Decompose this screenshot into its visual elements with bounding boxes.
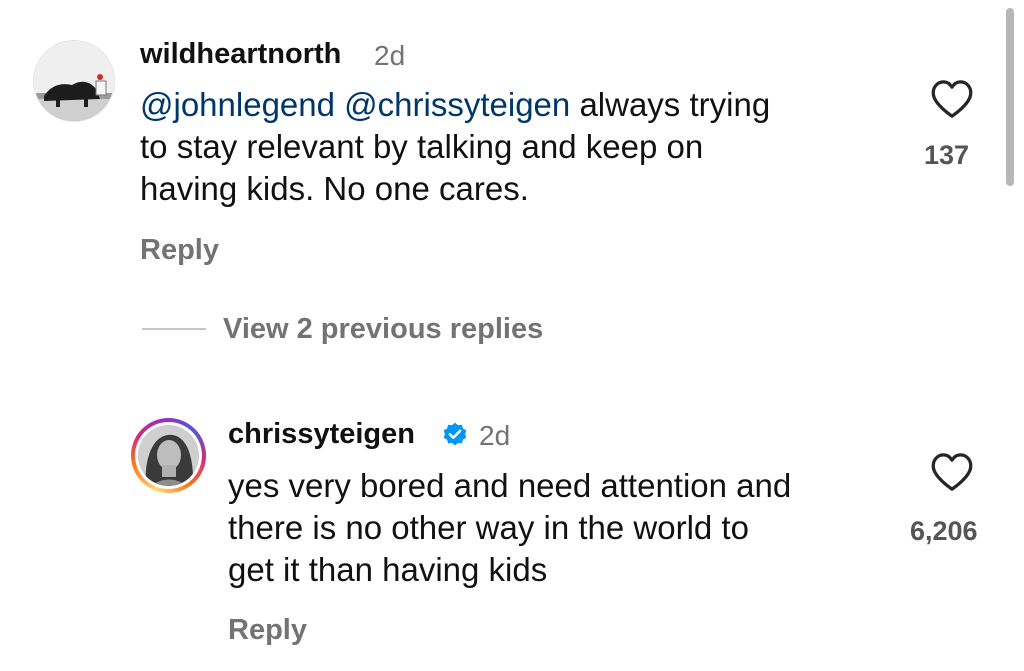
comment-text-line: get it than having kids [228,551,548,588]
comment-timestamp: 2d [374,40,406,71]
mention-link[interactable]: @chrissyteigen [344,86,570,123]
mention-link[interactable]: @johnlegend [140,86,335,123]
comment-username[interactable]: chrissyteigen [228,420,415,449]
comment-timestamp: 2d [479,420,511,451]
comment-body: @johnlegend @chrissyteigen always trying… [140,84,880,210]
view-previous-replies-button[interactable]: View 2 previous replies [223,315,543,344]
comment-body: yes very bored and need attention and th… [228,465,908,591]
comment-text-line: having kids. No one cares. [140,170,529,207]
reply-button[interactable]: Reply [228,616,307,645]
comment-text-fragment: always trying [579,86,771,123]
comment-username[interactable]: wildheartnorth [140,40,341,69]
thread-divider-line [142,328,206,330]
reply-button[interactable]: Reply [140,236,219,265]
like-count[interactable]: 137 [924,142,969,169]
comment-text-line: to stay relevant by talking and keep on [140,128,704,165]
avatar [138,425,199,486]
heart-outline-icon[interactable] [929,78,975,120]
like-count[interactable]: 6,206 [910,518,978,545]
verified-badge-icon [443,422,467,446]
heart-outline-icon[interactable] [929,451,975,493]
scrollbar-thumb[interactable] [1006,8,1014,186]
avatar-photo [34,41,114,121]
comment-text-line: there is no other way in the world to [228,509,749,546]
avatar-photo [138,425,199,486]
avatar-story-ring[interactable] [131,418,206,493]
comment-text-line: yes very bored and need attention and [228,467,792,504]
avatar-ring-gap [135,422,202,489]
comment-text-line: @johnlegend @chrissyteigen always trying [140,84,880,126]
avatar[interactable] [33,40,115,122]
